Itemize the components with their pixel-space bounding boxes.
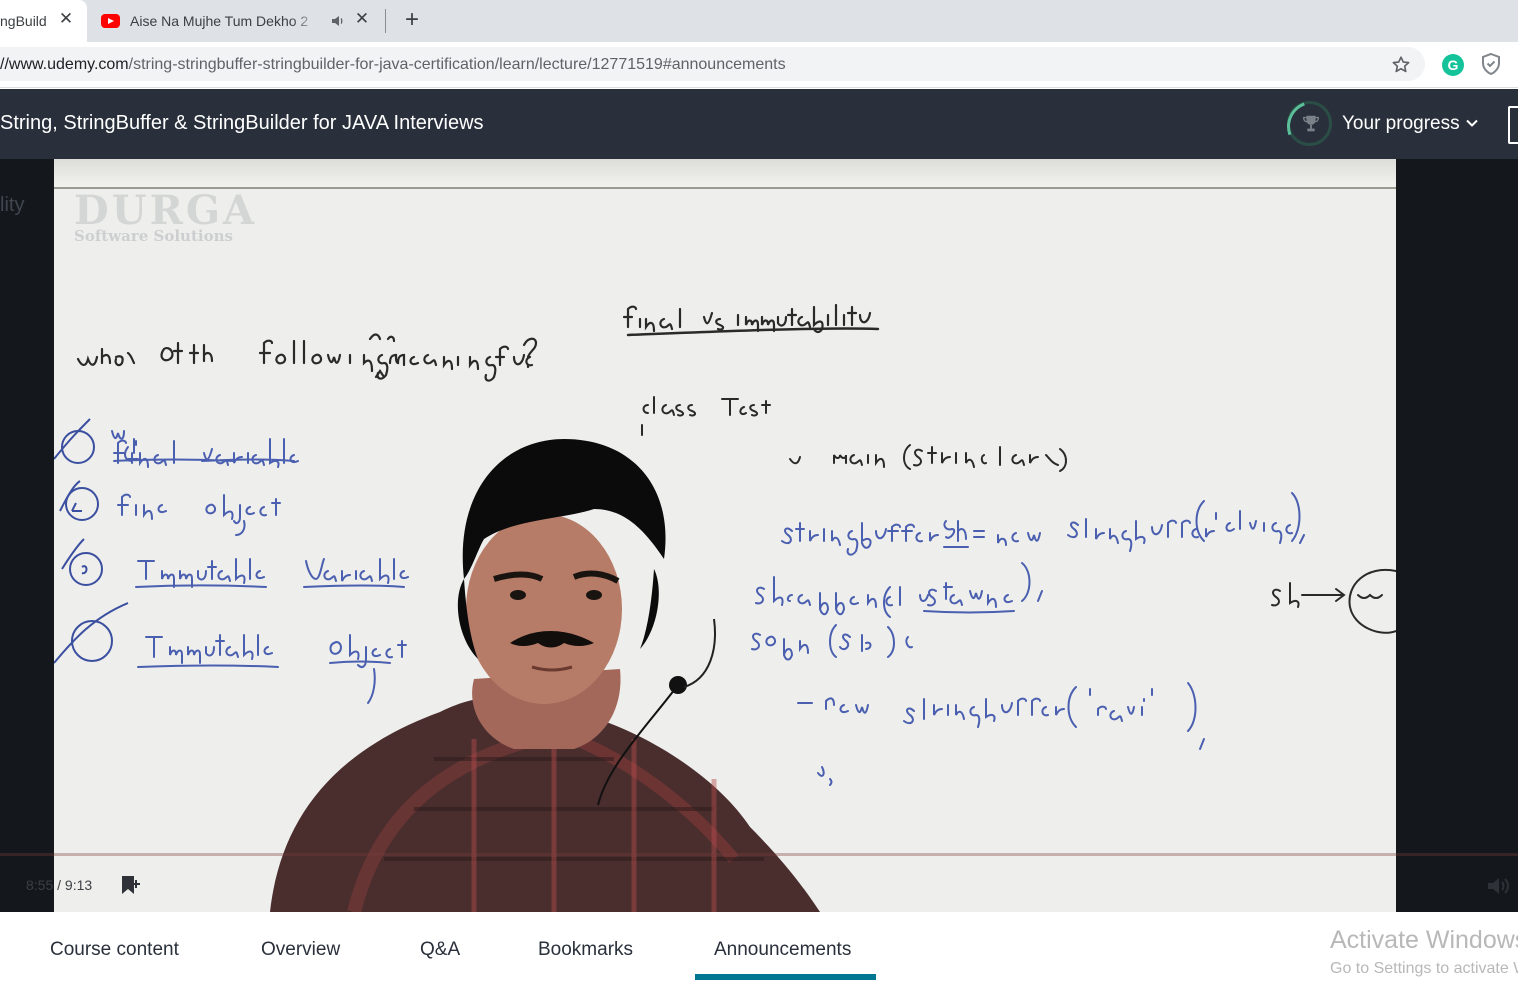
video-progress-bar[interactable] (0, 853, 1518, 856)
grammarly-icon[interactable]: G (1442, 54, 1464, 76)
chevron-down-icon[interactable] (1465, 116, 1479, 130)
video-frame[interactable]: DURGA Software Solutions (54, 159, 1396, 912)
course-title[interactable]: String, StringBuffer & StringBuilder for… (0, 112, 484, 135)
active-tab-indicator (695, 974, 876, 980)
close-icon[interactable]: ✕ (354, 10, 370, 27)
tab-qa[interactable]: Q&A (420, 939, 460, 961)
tab-title: Aise Na Mujhe Tum Dekho 2 (130, 13, 309, 29)
video-time: 8:55 / 9:13 (26, 877, 93, 893)
tab-overview[interactable]: Overview (261, 939, 340, 961)
tab-announcements[interactable]: Announcements (714, 939, 851, 961)
shield-icon[interactable] (1480, 52, 1502, 76)
tab-divider (385, 9, 386, 33)
instructor-figure (270, 439, 820, 912)
activate-windows-subtitle: Go to Settings to activate Windows. (1330, 960, 1518, 977)
whiteboard-scene (54, 303, 1396, 912)
browser-tab-youtube[interactable]: Aise Na Mujhe Tum Dekho 2 ✕ (90, 0, 380, 42)
browser-tab-strip: ngBuild ✕ Aise Na Mujhe Tum Dekho 2 ✕ + (0, 0, 1518, 42)
course-header: String, StringBuffer & StringBuilder for… (0, 89, 1518, 159)
volume-icon[interactable] (1486, 875, 1512, 897)
share-button[interactable] (1508, 106, 1518, 144)
course-tabs: Course content Overview Q&A Bookmarks An… (0, 912, 1518, 982)
progress-label[interactable]: Your progress (1342, 113, 1460, 135)
bookmark-star-icon[interactable] (1390, 54, 1412, 76)
url-text[interactable]: //www.udemy.com/string-stringbuffer-stri… (0, 56, 786, 74)
url-path: /string-stringbuffer-stringbuilder-for-j… (128, 56, 786, 73)
tab-course-content[interactable]: Course content (50, 939, 179, 961)
activate-windows-title: Activate Windows (1330, 926, 1518, 954)
address-bar[interactable]: //www.udemy.com/string-stringbuffer-stri… (0, 47, 1425, 81)
bookmark-add-icon[interactable] (118, 874, 142, 896)
youtube-icon (101, 14, 120, 28)
close-icon[interactable]: ✕ (58, 10, 74, 27)
new-tab-icon[interactable]: + (400, 8, 424, 33)
video-player[interactable]: lity DURGA Software Solutions 8:55 / 9:1… (0, 159, 1518, 912)
trophy-icon (1302, 115, 1320, 132)
browser-toolbar: //www.udemy.com/string-stringbuffer-stri… (0, 42, 1518, 88)
browser-tab-active[interactable]: ngBuild ✕ (0, 0, 87, 42)
sidebar-fragment: lity (0, 194, 25, 216)
tab-bookmarks[interactable]: Bookmarks (538, 939, 633, 961)
url-host: //www.udemy.com (0, 56, 129, 73)
tab-title: ngBuild (0, 13, 47, 29)
progress-ring[interactable] (1287, 101, 1332, 146)
audio-playing-icon[interactable] (330, 13, 346, 29)
